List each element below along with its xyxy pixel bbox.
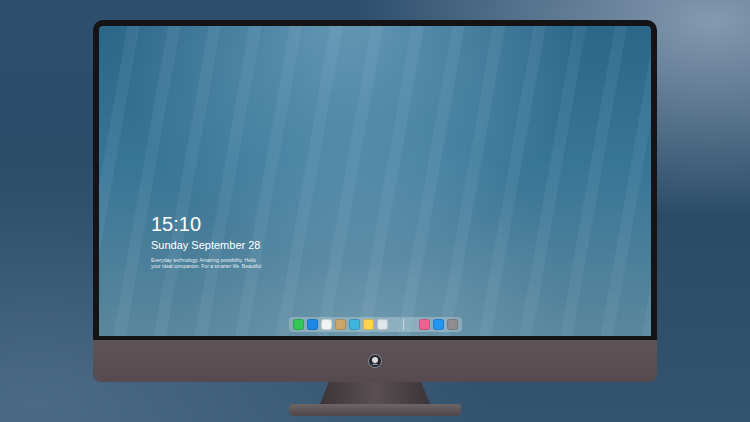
app-icon[interactable] — [419, 319, 430, 330]
app-icon[interactable] — [307, 319, 318, 330]
monitor-stand-neck — [320, 382, 430, 404]
tagline: Everyday technology. Amazing possibility… — [151, 257, 651, 269]
dock-group — [293, 319, 388, 330]
app-icon[interactable] — [321, 319, 332, 330]
lock-screen: 15:10 Sunday September 28 Everyday technol… — [99, 26, 651, 336]
dock-divider — [403, 319, 404, 330]
tagline-line: your ideal companion. For a smarter life… — [151, 263, 651, 269]
dock — [289, 317, 462, 332]
monitor-chin — [93, 340, 657, 382]
app-icon[interactable] — [447, 319, 458, 330]
clock-block: 15:10 Sunday September 28 Everyday technol… — [151, 212, 651, 269]
brand-logo-icon — [368, 354, 382, 368]
app-icon[interactable] — [377, 319, 388, 330]
dock-group — [419, 319, 458, 330]
app-icon[interactable] — [363, 319, 374, 330]
app-icon[interactable] — [335, 319, 346, 330]
app-icon[interactable] — [349, 319, 360, 330]
monitor-stand-base — [289, 404, 461, 416]
clock-date: Sunday September 28 — [151, 238, 651, 252]
app-icon[interactable] — [293, 319, 304, 330]
desktop-background: 15:10 Sunday September 28 Everyday technol… — [0, 0, 750, 422]
app-icon[interactable] — [433, 319, 444, 330]
monitor-bezel: 15:10 Sunday September 28 Everyday technol… — [93, 20, 657, 340]
clock-time: 15:10 — [151, 212, 651, 236]
tagline-line: Everyday technology. Amazing possibility… — [151, 257, 651, 263]
